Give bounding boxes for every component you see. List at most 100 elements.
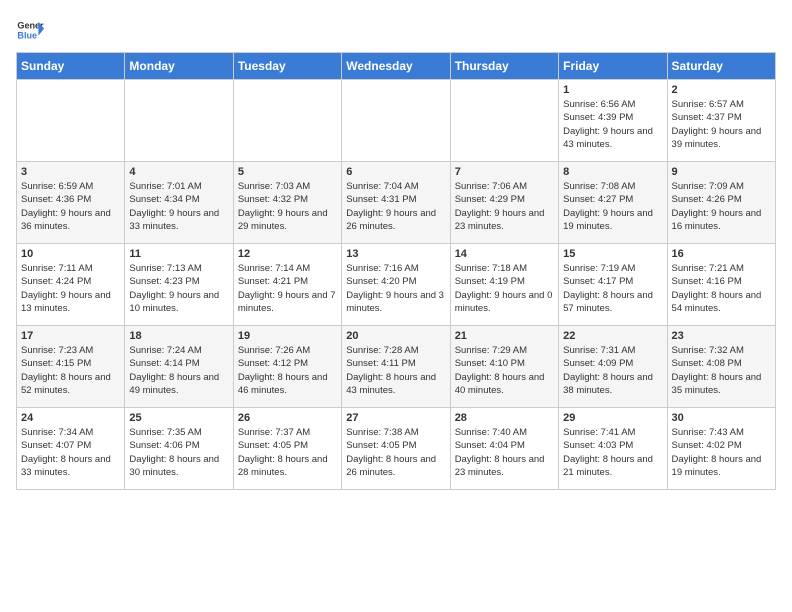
day-of-week-header: Monday [125, 53, 233, 80]
day-detail: Sunrise: 7:23 AM Sunset: 4:15 PM Dayligh… [21, 344, 120, 397]
calendar-cell [233, 80, 341, 162]
day-detail: Sunrise: 6:59 AM Sunset: 4:36 PM Dayligh… [21, 180, 120, 233]
day-number: 7 [455, 166, 554, 178]
day-detail: Sunrise: 7:43 AM Sunset: 4:02 PM Dayligh… [672, 426, 771, 479]
calendar-cell [125, 80, 233, 162]
day-number: 11 [129, 248, 228, 260]
day-detail: Sunrise: 7:37 AM Sunset: 4:05 PM Dayligh… [238, 426, 337, 479]
calendar-cell: 19Sunrise: 7:26 AM Sunset: 4:12 PM Dayli… [233, 326, 341, 408]
calendar-cell: 8 Sunrise: 7:08 AM Sunset: 4:27 PM Daylig… [559, 162, 667, 244]
day-number: 26 [238, 412, 337, 424]
day-detail: Sunrise: 7:06 AM Sunset: 4:29 PM Dayligh… [455, 180, 554, 233]
day-detail: Sunrise: 7:34 AM Sunset: 4:07 PM Dayligh… [21, 426, 120, 479]
day-number: 5 [238, 166, 337, 178]
calendar-table: SundayMondayTuesdayWednesdayThursdayFrid… [16, 52, 776, 490]
day-of-week-header: Sunday [17, 53, 125, 80]
logo-icon: General Blue [16, 16, 44, 44]
day-detail: Sunrise: 7:29 AM Sunset: 4:10 PM Dayligh… [455, 344, 554, 397]
day-detail: Sunrise: 6:56 AM Sunset: 4:39 PM Dayligh… [563, 98, 662, 151]
page-header: General Blue [16, 16, 776, 44]
day-number: 29 [563, 412, 662, 424]
day-detail: Sunrise: 7:38 AM Sunset: 4:05 PM Dayligh… [346, 426, 445, 479]
calendar-cell: 1 Sunrise: 6:56 AM Sunset: 4:39 PM Daylig… [559, 80, 667, 162]
calendar-cell: 16 Sunrise: 7:21 AM Sunset: 4:16 PM Dayli… [667, 244, 775, 326]
day-number: 12 [238, 248, 337, 260]
calendar-cell: 15 Sunrise: 7:19 AM Sunset: 4:17 PM Dayli… [559, 244, 667, 326]
day-number: 27 [346, 412, 445, 424]
day-number: 8 [563, 166, 662, 178]
calendar-cell: 27 Sunrise: 7:38 AM Sunset: 4:05 PM Dayli… [342, 408, 450, 490]
calendar-cell: 30 Sunrise: 7:43 AM Sunset: 4:02 PM Dayli… [667, 408, 775, 490]
day-number: 16 [672, 248, 771, 260]
day-number: 23 [672, 330, 771, 342]
day-of-week-header: Wednesday [342, 53, 450, 80]
calendar-cell: 6 Sunrise: 7:04 AM Sunset: 4:31 PM Daylig… [342, 162, 450, 244]
calendar-cell: 9 Sunrise: 7:09 AM Sunset: 4:26 PM Daylig… [667, 162, 775, 244]
day-detail: Sunrise: 7:03 AM Sunset: 4:32 PM Dayligh… [238, 180, 337, 233]
day-of-week-header: Tuesday [233, 53, 341, 80]
day-detail: Sunrise: 7:04 AM Sunset: 4:31 PM Dayligh… [346, 180, 445, 233]
day-detail: Sunrise: 7:31 AM Sunset: 4:09 PM Dayligh… [563, 344, 662, 397]
day-number: 17 [21, 330, 120, 342]
day-detail: Sunrise: 7:14 AM Sunset: 4:21 PM Dayligh… [238, 262, 337, 315]
day-detail: Sunrise: 7:08 AM Sunset: 4:27 PM Dayligh… [563, 180, 662, 233]
day-number: 2 [672, 84, 771, 96]
calendar-cell: 5 Sunrise: 7:03 AM Sunset: 4:32 PM Daylig… [233, 162, 341, 244]
calendar-cell: 26 Sunrise: 7:37 AM Sunset: 4:05 PM Dayli… [233, 408, 341, 490]
day-detail: Sunrise: 6:57 AM Sunset: 4:37 PM Dayligh… [672, 98, 771, 151]
day-number: 25 [129, 412, 228, 424]
day-detail: Sunrise: 7:24 AM Sunset: 4:14 PM Dayligh… [129, 344, 228, 397]
day-of-week-header: Thursday [450, 53, 558, 80]
day-detail: Sunrise: 7:01 AM Sunset: 4:34 PM Dayligh… [129, 180, 228, 233]
day-number: 14 [455, 248, 554, 260]
day-number: 20 [346, 330, 445, 342]
day-detail: Sunrise: 7:11 AM Sunset: 4:24 PM Dayligh… [21, 262, 120, 315]
day-number: 28 [455, 412, 554, 424]
day-number: 24 [21, 412, 120, 424]
calendar-cell [17, 80, 125, 162]
calendar-cell: 11 Sunrise: 7:13 AM Sunset: 4:23 PM Dayli… [125, 244, 233, 326]
day-detail: Sunrise: 7:40 AM Sunset: 4:04 PM Dayligh… [455, 426, 554, 479]
calendar-cell: 14 Sunrise: 7:18 AM Sunset: 4:19 PM Dayli… [450, 244, 558, 326]
day-number: 10 [21, 248, 120, 260]
day-number: 22 [563, 330, 662, 342]
calendar-cell: 24 Sunrise: 7:34 AM Sunset: 4:07 PM Dayli… [17, 408, 125, 490]
calendar-cell: 23 Sunrise: 7:32 AM Sunset: 4:08 PM Dayli… [667, 326, 775, 408]
calendar-cell: 22 Sunrise: 7:31 AM Sunset: 4:09 PM Dayli… [559, 326, 667, 408]
calendar-cell: 12 Sunrise: 7:14 AM Sunset: 4:21 PM Dayli… [233, 244, 341, 326]
day-detail: Sunrise: 7:28 AM Sunset: 4:11 PM Dayligh… [346, 344, 445, 397]
calendar-cell: 4 Sunrise: 7:01 AM Sunset: 4:34 PM Daylig… [125, 162, 233, 244]
day-number: 9 [672, 166, 771, 178]
calendar-cell: 18 Sunrise: 7:24 AM Sunset: 4:14 PM Dayli… [125, 326, 233, 408]
calendar-cell [450, 80, 558, 162]
svg-text:Blue: Blue [17, 30, 37, 40]
day-detail: Sunrise: 7:26 AM Sunset: 4:12 PM Dayligh… [238, 344, 337, 397]
day-detail: Sunrise: 7:18 AM Sunset: 4:19 PM Dayligh… [455, 262, 554, 315]
day-number: 6 [346, 166, 445, 178]
day-detail: Sunrise: 7:19 AM Sunset: 4:17 PM Dayligh… [563, 262, 662, 315]
day-number: 15 [563, 248, 662, 260]
day-number: 4 [129, 166, 228, 178]
day-detail: Sunrise: 7:13 AM Sunset: 4:23 PM Dayligh… [129, 262, 228, 315]
logo: General Blue [16, 16, 44, 44]
day-detail: Sunrise: 7:16 AM Sunset: 4:20 PM Dayligh… [346, 262, 445, 315]
calendar-cell: 7 Sunrise: 7:06 AM Sunset: 4:29 PM Daylig… [450, 162, 558, 244]
calendar-cell: 20 Sunrise: 7:28 AM Sunset: 4:11 PM Dayli… [342, 326, 450, 408]
calendar-cell: 10 Sunrise: 7:11 AM Sunset: 4:24 PM Dayli… [17, 244, 125, 326]
day-number: 13 [346, 248, 445, 260]
calendar-cell: 25Sunrise: 7:35 AM Sunset: 4:06 PM Dayli… [125, 408, 233, 490]
day-number: 1 [563, 84, 662, 96]
calendar-cell: 17 Sunrise: 7:23 AM Sunset: 4:15 PM Dayli… [17, 326, 125, 408]
day-number: 18 [129, 330, 228, 342]
calendar-cell: 29Sunrise: 7:41 AM Sunset: 4:03 PM Dayli… [559, 408, 667, 490]
calendar-cell: 2 Sunrise: 6:57 AM Sunset: 4:37 PM Daylig… [667, 80, 775, 162]
day-number: 30 [672, 412, 771, 424]
day-number: 3 [21, 166, 120, 178]
day-detail: Sunrise: 7:09 AM Sunset: 4:26 PM Dayligh… [672, 180, 771, 233]
calendar-cell: 13 Sunrise: 7:16 AM Sunset: 4:20 PM Dayli… [342, 244, 450, 326]
day-detail: Sunrise: 7:32 AM Sunset: 4:08 PM Dayligh… [672, 344, 771, 397]
day-of-week-header: Saturday [667, 53, 775, 80]
day-number: 21 [455, 330, 554, 342]
day-detail: Sunrise: 7:21 AM Sunset: 4:16 PM Dayligh… [672, 262, 771, 315]
calendar-cell: 3 Sunrise: 6:59 AM Sunset: 4:36 PM Daylig… [17, 162, 125, 244]
